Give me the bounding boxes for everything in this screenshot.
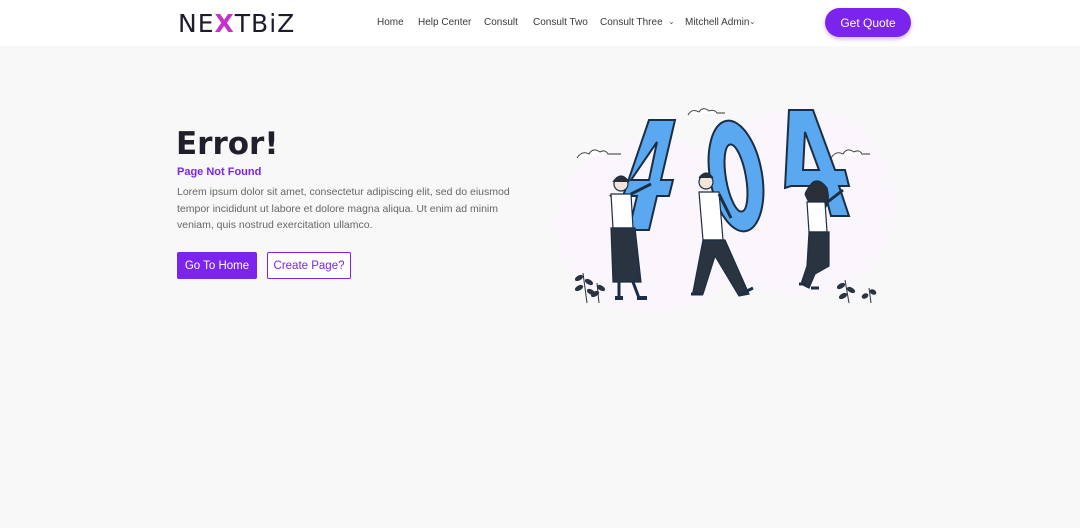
nav-help-center[interactable]: Help Center: [418, 17, 471, 28]
create-page-button[interactable]: Create Page?: [267, 252, 351, 279]
chevron-down-icon[interactable]: ⌄: [668, 17, 675, 26]
user-menu-chevron-down-icon[interactable]: ⌄: [749, 17, 756, 26]
nav-consult-three[interactable]: Consult Three: [600, 17, 663, 28]
site-logo[interactable]: NEXTBiZ: [178, 9, 295, 38]
go-to-home-button[interactable]: Go To Home: [177, 252, 257, 279]
page-title: Error!: [176, 126, 279, 162]
user-menu[interactable]: Mitchell Admin: [685, 17, 749, 28]
page-subtitle: Page Not Found: [177, 166, 262, 178]
logo-text-x: X: [214, 9, 235, 38]
404-illustration: [553, 98, 898, 318]
top-navbar: NEXTBiZ Home Help Center Consult Consult…: [0, 0, 1080, 46]
logo-text-post: TBiZ: [234, 9, 296, 38]
logo-text-pre: NE: [178, 9, 215, 38]
get-quote-button[interactable]: Get Quote: [825, 8, 911, 37]
error-description: Lorem ipsum dolor sit amet, consectetur …: [177, 186, 510, 231]
nav-consult-two[interactable]: Consult Two: [533, 17, 588, 28]
plant-right: [836, 279, 877, 304]
nav-consult[interactable]: Consult: [484, 17, 518, 28]
nav-home[interactable]: Home: [377, 17, 404, 28]
